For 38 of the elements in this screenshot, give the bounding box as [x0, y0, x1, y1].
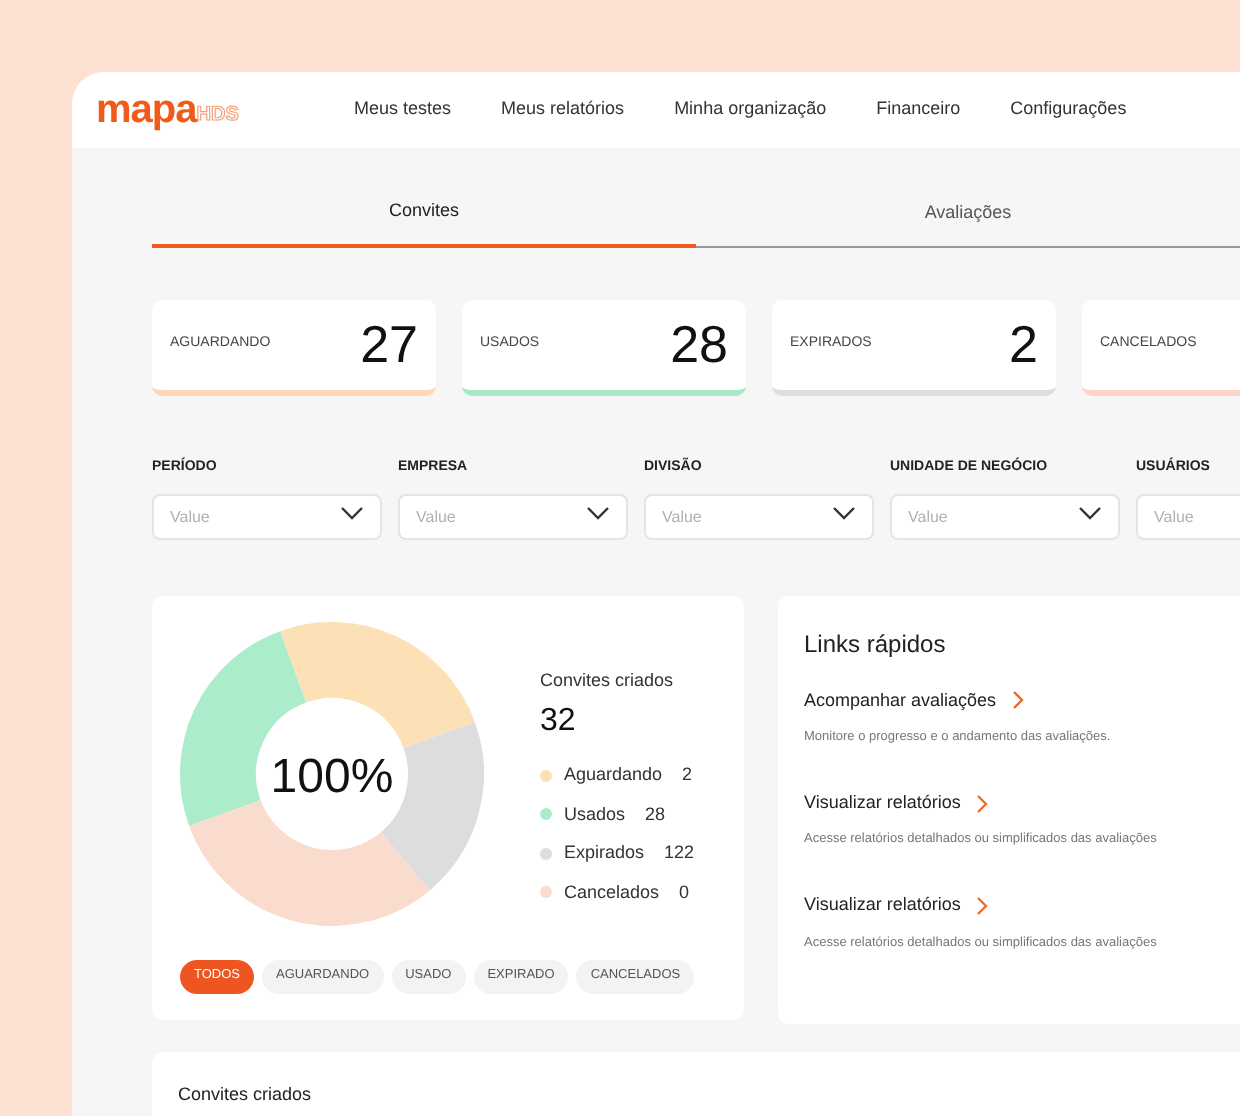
nav-link[interactable]: Configurações [1010, 96, 1127, 124]
stat-value: 28 [670, 312, 728, 378]
chevron-down-icon [832, 505, 856, 519]
quick-link[interactable]: Visualizar relatórios [804, 789, 1240, 817]
quick-link[interactable]: Visualizar relatórios [804, 892, 1240, 919]
legend-label: Expirados [564, 840, 645, 866]
legend-label: Usados [564, 801, 626, 827]
legend-value: 0 [679, 879, 690, 905]
filter-dropdown[interactable]: Value [1136, 493, 1240, 539]
nav-link[interactable]: Minha organização [674, 96, 827, 124]
chevron-right-icon [976, 895, 989, 916]
table-card-title: Convites criados [178, 1083, 312, 1103]
nav-link[interactable]: Meus relatórios [501, 96, 625, 124]
chevron-down-icon [340, 505, 364, 519]
stat-value: 27 [360, 312, 418, 378]
filter-dropdown[interactable]: Value [644, 493, 874, 539]
legend-label: Aguardando [564, 762, 663, 788]
tab[interactable]: Avaliações [696, 180, 1240, 248]
tab[interactable]: Convites [152, 180, 696, 248]
nav-link[interactable]: Meus testes [354, 96, 452, 124]
chevron-right-icon [1012, 690, 1025, 711]
donut-center-value: 100% [268, 747, 396, 807]
chevron-right-icon [976, 793, 989, 813]
legend-value: 28 [645, 801, 666, 827]
total-count: 32 [540, 702, 578, 742]
chevron-down-icon [586, 505, 610, 519]
nav-link[interactable]: Financeiro [876, 96, 961, 124]
legend-title: Convites criados [540, 667, 676, 693]
quick-link[interactable]: Acompanhar avaliações [804, 687, 1240, 714]
legend-label: Cancelados [564, 879, 660, 905]
quick-links-title: Links rápidos [804, 627, 948, 661]
stat-value: 2 [1009, 312, 1038, 378]
chevron-down-icon [1078, 505, 1102, 519]
filter-dropdown[interactable]: Value [398, 493, 628, 539]
filter-dropdown[interactable]: Value [890, 493, 1120, 539]
legend-value: 2 [682, 762, 693, 788]
legend-value: 122 [664, 840, 695, 866]
filter-dropdown[interactable]: Value [152, 493, 382, 539]
